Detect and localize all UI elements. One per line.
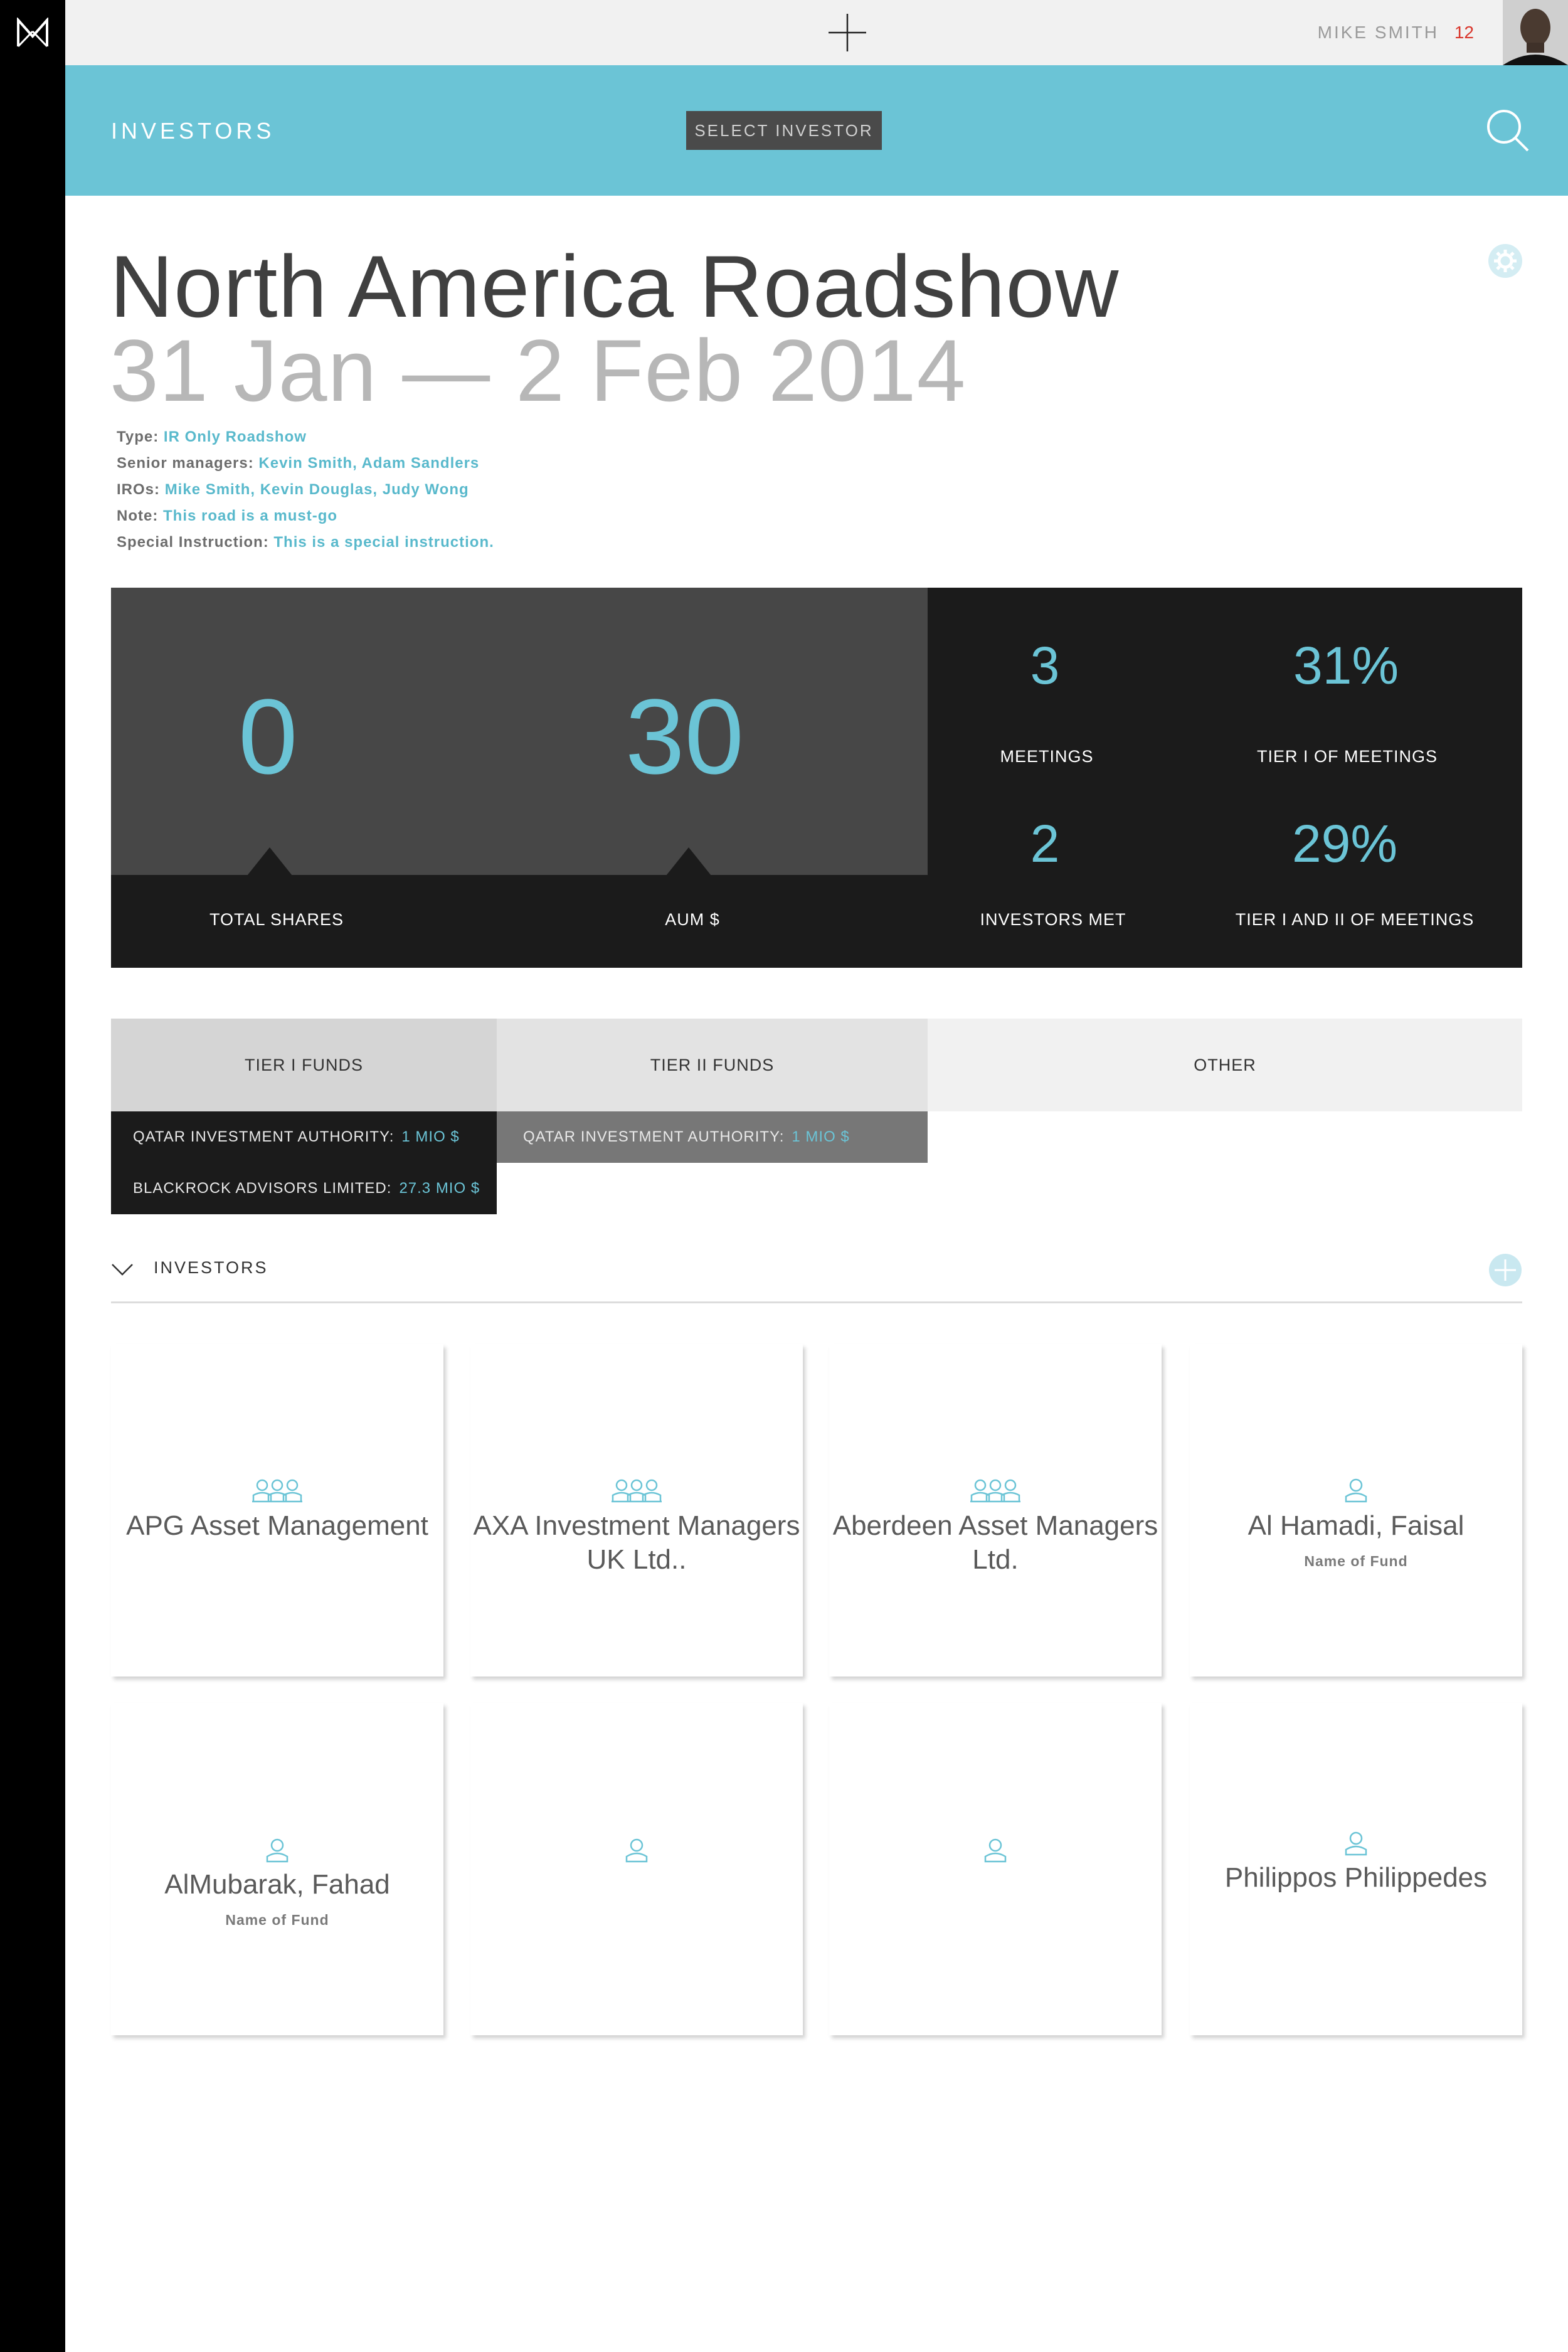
- fund-name: QATAR INVESTMENT AUTHORITY:: [133, 1128, 395, 1145]
- meta-senior-managers: Senior managers: Kevin Smith, Adam Sandl…: [117, 455, 494, 481]
- tab-tier-2-funds[interactable]: TIER II FUNDS: [497, 1019, 928, 1111]
- fund-row[interactable]: QATAR INVESTMENT AUTHORITY: 1 MIO $: [111, 1111, 497, 1163]
- stats-panel: 0 30 TOTAL SHARES AUM $ 3 MEETINGS 31% T…: [111, 588, 1522, 968]
- fund-name: BLACKROCK ADVISORS LIMITED:: [133, 1180, 392, 1197]
- add-plus-icon[interactable]: [827, 13, 867, 53]
- meta-label: Special Instruction:: [117, 534, 269, 551]
- meta-label: Type:: [117, 428, 159, 445]
- person-icon: [1345, 1831, 1367, 1856]
- app-logo-icon[interactable]: [16, 18, 49, 48]
- add-investor-plus-icon[interactable]: [1488, 1253, 1522, 1287]
- investors-met-label: INVESTORS MET: [980, 910, 1126, 929]
- meetings-value: 3: [1030, 636, 1060, 695]
- total-shares-label: TOTAL SHARES: [209, 910, 344, 929]
- stats-highlight: [111, 588, 928, 875]
- fund-amount: 1 MIO $: [792, 1128, 850, 1145]
- search-icon[interactable]: [1485, 108, 1530, 153]
- select-investor-button[interactable]: SELECT INVESTOR: [686, 111, 882, 150]
- investor-name: AXA Investment Managers UK Ltd..: [473, 1510, 800, 1575]
- meta-value[interactable]: Mike Smith, Kevin Douglas, Judy Wong: [165, 481, 469, 498]
- investor-name: APG Asset Management: [126, 1510, 428, 1541]
- fund-name: Name of Fund: [1304, 1553, 1408, 1569]
- aum-label: AUM $: [665, 910, 720, 929]
- investor-card[interactable]: Philippos Philippedes: [1190, 1703, 1522, 2035]
- aum-value: 30: [625, 677, 744, 797]
- tab-other[interactable]: OTHER: [928, 1019, 1522, 1111]
- meta-value[interactable]: IR Only Roadshow: [164, 428, 307, 445]
- user-name[interactable]: MIKE SMITH: [1318, 23, 1439, 43]
- meta-value[interactable]: Kevin Smith, Adam Sandlers: [258, 455, 479, 472]
- meta-note: Note: This road is a must-go: [117, 507, 494, 534]
- fund-name: QATAR INVESTMENT AUTHORITY:: [523, 1128, 785, 1145]
- fund-amount: 27.3 MIO $: [399, 1180, 480, 1197]
- investor-name: Aberdeen Asset Managers Ltd.: [832, 1510, 1158, 1575]
- group-icon: [612, 1479, 662, 1503]
- avatar-image: [1503, 0, 1568, 65]
- investor-name: AlMubarak, Fahad: [164, 1869, 390, 1900]
- investor-card[interactable]: AlMubarak, Fahad Name of Fund: [111, 1703, 443, 2035]
- settings-gear-icon[interactable]: [1488, 243, 1523, 278]
- person-icon: [625, 1838, 648, 1863]
- fund-name: Name of Fund: [225, 1912, 329, 1928]
- tier12-meetings-label: TIER I AND II OF MEETINGS: [1235, 910, 1475, 929]
- pointer-arrow: [247, 847, 292, 876]
- meta-label: IROs:: [117, 481, 161, 498]
- roadshow-dates: 31 Jan — 2 Feb 2014: [110, 321, 967, 420]
- investors-title[interactable]: INVESTORS: [154, 1258, 268, 1278]
- person-icon: [266, 1838, 289, 1863]
- left-rail: [0, 0, 65, 2352]
- tier1-meetings-value: 31%: [1293, 636, 1399, 695]
- investor-card[interactable]: Aberdeen Asset Managers Ltd.: [829, 1344, 1162, 1677]
- section-header: INVESTORS SELECT INVESTOR: [65, 65, 1568, 196]
- fund-row[interactable]: BLACKROCK ADVISORS LIMITED: 27.3 MIO $: [111, 1163, 497, 1214]
- group-icon: [970, 1479, 1020, 1503]
- meta-iros: IROs: Mike Smith, Kevin Douglas, Judy Wo…: [117, 481, 494, 507]
- fund-row[interactable]: QATAR INVESTMENT AUTHORITY: 1 MIO $: [497, 1111, 928, 1163]
- meta-value[interactable]: This road is a must-go: [163, 507, 337, 524]
- investor-card[interactable]: Al Hamadi, Faisal Name of Fund: [1190, 1344, 1522, 1677]
- avatar[interactable]: [1503, 0, 1568, 65]
- person-icon: [1345, 1478, 1367, 1503]
- section-title[interactable]: INVESTORS: [111, 118, 275, 144]
- tab-tier-1-funds[interactable]: TIER I FUNDS: [111, 1019, 497, 1111]
- meta-value[interactable]: This is a special instruction.: [273, 534, 494, 551]
- investors-met-value: 2: [1030, 814, 1060, 873]
- top-bar: MIKE SMITH 12: [65, 0, 1568, 65]
- pointer-arrow: [666, 847, 711, 876]
- fund-amount: 1 MIO $: [401, 1128, 460, 1145]
- investor-card[interactable]: [470, 1703, 803, 2035]
- investor-card[interactable]: APG Asset Management: [111, 1344, 443, 1677]
- meta-type: Type: IR Only Roadshow: [117, 428, 494, 455]
- investor-name: Al Hamadi, Faisal: [1248, 1510, 1465, 1541]
- investor-card[interactable]: [829, 1703, 1162, 2035]
- meta-special-instruction: Special Instruction: This is a special i…: [117, 534, 494, 560]
- meta-label: Senior managers:: [117, 455, 254, 472]
- roadshow-details: Type: IR Only Roadshow Senior managers: …: [117, 428, 494, 560]
- meetings-label: MEETINGS: [1000, 747, 1094, 766]
- meta-label: Note:: [117, 507, 159, 524]
- tier1-meetings-label: TIER I OF MEETINGS: [1256, 747, 1438, 766]
- chevron-down-icon[interactable]: [111, 1262, 134, 1277]
- tier12-meetings-value: 29%: [1291, 814, 1398, 873]
- person-icon: [984, 1838, 1007, 1863]
- notification-count[interactable]: 12: [1454, 23, 1474, 43]
- investor-card[interactable]: AXA Investment Managers UK Ltd..: [470, 1344, 803, 1677]
- group-icon: [252, 1479, 302, 1503]
- total-shares-value: 0: [238, 677, 298, 797]
- investor-name: Philippos Philippedes: [1224, 1862, 1488, 1893]
- investors-section-header: INVESTORS: [111, 1248, 1522, 1303]
